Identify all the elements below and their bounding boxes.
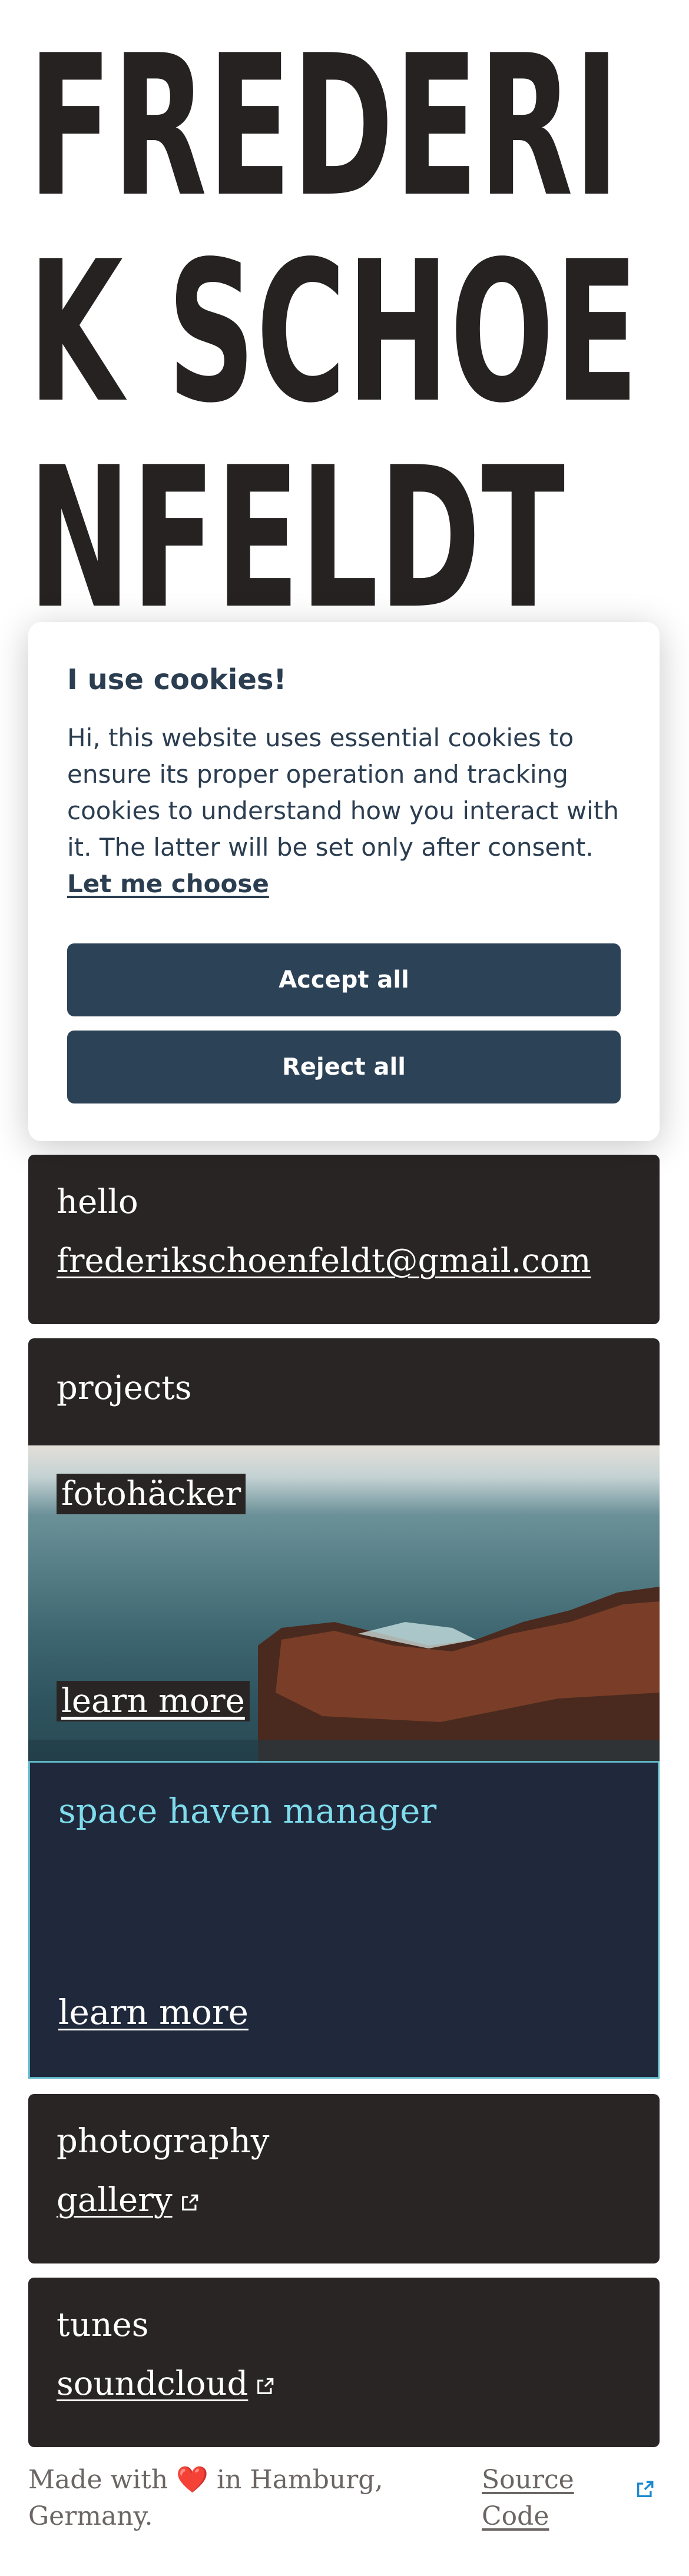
projects-title: projects	[57, 1369, 192, 1407]
cookie-title: I use cookies!	[67, 663, 287, 696]
project-space-haven[interactable]: space haven manager learn more	[28, 1761, 660, 2079]
hero-name: FREDERI K SCHOE NFELDT	[28, 24, 664, 636]
accept-all-button[interactable]: Accept all	[67, 943, 621, 1016]
heart-icon: ❤️	[176, 2465, 209, 2495]
external-link-icon	[257, 2378, 274, 2394]
hero-line-3: NFELDT	[28, 426, 566, 636]
external-link-icon[interactable]	[635, 2479, 655, 2499]
hero-line-1: FREDERI	[28, 24, 620, 240]
reject-all-button[interactable]: Reject all	[67, 1031, 621, 1103]
made-prefix: Made with	[28, 2465, 168, 2495]
source-code-link[interactable]: Source Code	[482, 2462, 599, 2535]
soundcloud-link[interactable]: soundcloud	[57, 2365, 275, 2403]
hero-line-2: K SCHOE	[28, 220, 640, 446]
tunes-title: tunes	[57, 2306, 149, 2344]
let-me-choose-link[interactable]: Let me choose	[67, 869, 269, 898]
gallery-link[interactable]: gallery	[57, 2181, 200, 2219]
made-with-text: Made with ❤️ in Hamburg, Germany.	[28, 2462, 405, 2535]
project-fotohacker[interactable]: fotohäcker learn more	[28, 1445, 660, 1761]
email-link[interactable]: frederikschoenfeldt@gmail.com	[57, 1242, 591, 1280]
gallery-label: gallery	[57, 2181, 173, 2219]
hello-title: hello	[57, 1183, 138, 1221]
cookie-body: Hi, this website uses essential cookies …	[67, 723, 619, 862]
tunes-card: tunes soundcloud	[28, 2278, 660, 2447]
photography-title: photography	[57, 2122, 270, 2160]
cookie-banner: I use cookies! Hi, this website uses ess…	[28, 622, 660, 1141]
soundcloud-label: soundcloud	[57, 2365, 249, 2403]
projects-card: projects	[28, 1338, 660, 1450]
external-link-icon	[181, 2194, 198, 2211]
cookie-description: Hi, this website uses essential cookies …	[67, 720, 621, 902]
learn-more-link[interactable]: learn more	[58, 1992, 249, 2032]
photography-card: photography gallery	[28, 2094, 660, 2263]
project-name: fotohäcker	[57, 1474, 246, 1514]
project-name: space haven manager	[58, 1791, 437, 1831]
hello-card: hello frederikschoenfeldt@gmail.com	[28, 1155, 660, 1324]
learn-more-link[interactable]: learn more	[57, 1681, 250, 1721]
